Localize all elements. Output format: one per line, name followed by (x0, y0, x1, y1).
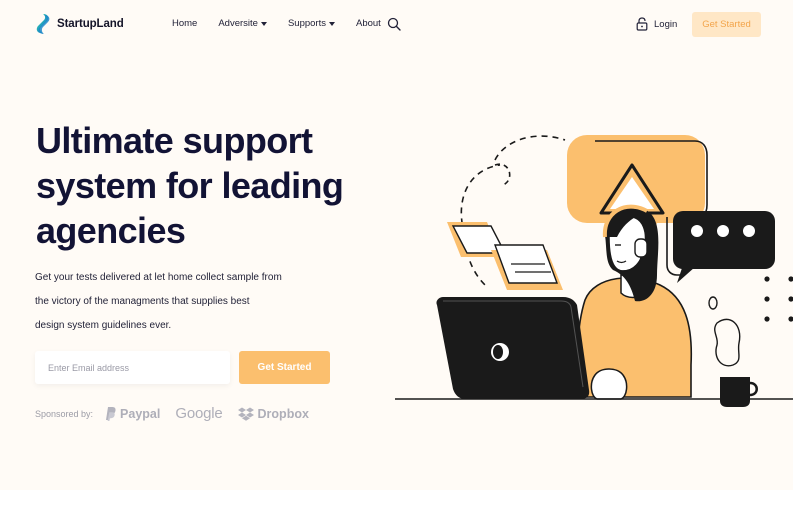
email-field-wrapper (35, 351, 230, 384)
sponsor-name: Paypal (120, 406, 161, 421)
sponsor-name: Google (175, 405, 223, 422)
nav-link-adversite[interactable]: Adversite (218, 18, 267, 29)
hero-description: Get your tests delivered at let home col… (35, 266, 325, 338)
caret-down-icon (260, 21, 267, 26)
search-icon[interactable] (387, 17, 401, 31)
hero-title-line: Ultimate support (36, 120, 313, 161)
hero-title-line: system for leading (36, 165, 344, 206)
login-label: Login (654, 18, 678, 30)
hero-title-line: agencies (36, 210, 186, 251)
hero-description-line: design system guidelines ever. (35, 320, 172, 331)
top-navbar: StartupLand Home Adversite Supports Abou… (0, 0, 793, 50)
dropbox-icon (237, 407, 254, 421)
sponsors-row: Sponsored by: Paypal Google Dropbox (35, 405, 324, 422)
sponsor-paypal: Paypal (104, 406, 160, 421)
page-bottom (0, 490, 793, 529)
nav-link-home[interactable]: Home (172, 18, 197, 29)
nav-link-supports[interactable]: Supports (288, 18, 335, 29)
lock-icon (636, 17, 648, 31)
hero-section: StartupLand Home Adversite Supports Abou… (0, 0, 793, 490)
nav-link-about[interactable]: About (356, 18, 381, 29)
brand-logo[interactable]: StartupLand (35, 13, 124, 35)
caret-down-icon (328, 21, 335, 26)
hero-description-line: the victory of the managments that suppl… (35, 296, 250, 307)
logo-icon (36, 14, 50, 34)
sponsors-label: Sponsored by: (35, 408, 94, 419)
nav-get-started-button[interactable]: Get Started (692, 12, 761, 37)
hero-title: Ultimate support system for leading agen… (36, 118, 366, 253)
sponsor-dropbox: Dropbox (237, 406, 309, 421)
nav-link-label: Adversite (218, 18, 258, 29)
hero-get-started-button[interactable]: Get Started (239, 351, 330, 384)
login-link[interactable]: Login (636, 17, 677, 31)
sponsor-name: Dropbox (257, 406, 309, 421)
email-field[interactable] (35, 351, 230, 384)
sponsor-google: Google (175, 405, 222, 422)
paypal-icon (106, 407, 116, 421)
nav-link-label: About (355, 18, 381, 29)
support-agent-illustration (395, 135, 793, 407)
brand-name: StartupLand (57, 18, 124, 30)
nav-link-label: Supports (287, 18, 326, 29)
nav-link-label: Home (172, 18, 198, 29)
hero-description-line: Get your tests delivered at let home col… (35, 272, 282, 283)
nav-links: Home Adversite Supports About (172, 18, 402, 29)
